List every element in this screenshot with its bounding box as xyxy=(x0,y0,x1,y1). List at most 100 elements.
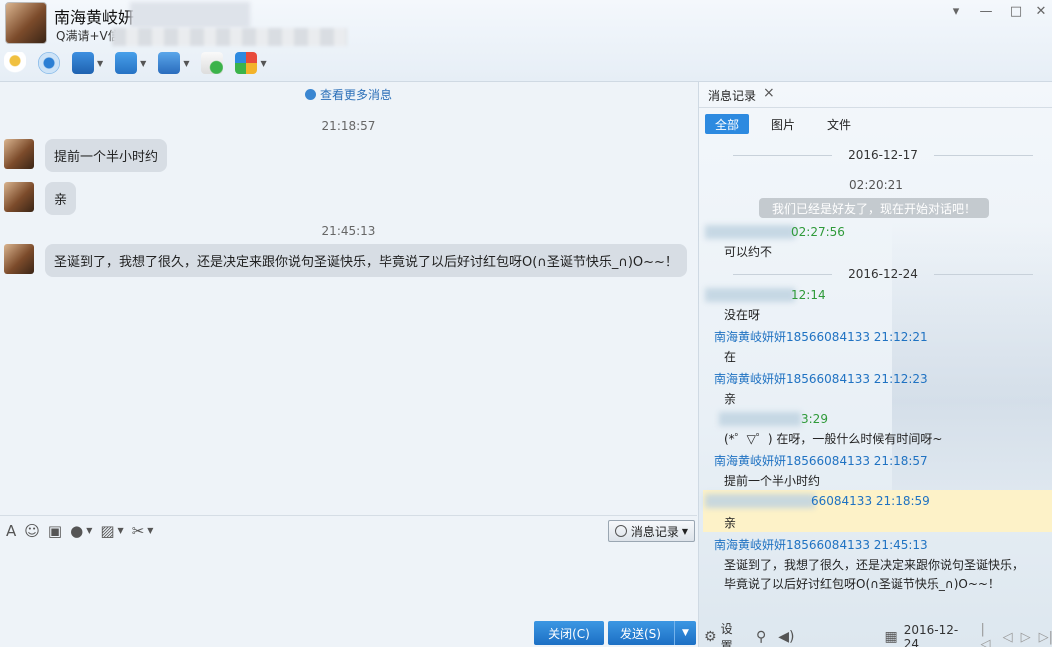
history-message-header: 南海黄岐妍妍18566084133 21:12:21 xyxy=(714,330,928,344)
image-button[interactable]: ▨ ▼ xyxy=(100,522,123,540)
webcam-icon xyxy=(38,52,60,74)
search-icon[interactable]: ⚲ xyxy=(756,629,766,645)
history-filters: 全部 图片 文件 xyxy=(705,114,873,134)
monitor-icon xyxy=(72,52,94,74)
microphone-icon: ● xyxy=(70,521,84,540)
close-button[interactable]: 关闭(C) xyxy=(534,621,604,645)
contact-name[interactable]: 南海黄岐妍 xyxy=(54,4,134,28)
history-message-header: 3:29 xyxy=(801,412,828,426)
apps-button[interactable]: ▼ xyxy=(235,52,267,74)
clock-icon xyxy=(614,525,627,537)
voice-message-button[interactable]: ● ▼ xyxy=(70,522,92,540)
redacted-name xyxy=(130,2,250,28)
gear-icon: ⚙ xyxy=(704,629,717,645)
font-icon: A xyxy=(6,521,17,540)
video-call-button[interactable] xyxy=(38,52,60,74)
date-divider: 2016-12-24 xyxy=(733,267,1033,281)
system-timestamp: 02:20:21 xyxy=(849,178,903,192)
chat-message: 圣诞到了，我想了很久，还是决定来跟你说句圣诞快乐，毕竟说了以后好讨红包呀O(∩圣… xyxy=(4,244,687,277)
file-transfer-button[interactable]: ▼ xyxy=(115,52,146,74)
remote-icon xyxy=(158,52,181,74)
last-page-icon[interactable]: ▷| xyxy=(1039,630,1052,645)
microphone-icon xyxy=(4,52,26,74)
chat-message: 亲 xyxy=(4,182,77,215)
add-chat-icon xyxy=(201,52,224,74)
first-page-icon[interactable]: |◁ xyxy=(980,622,994,647)
history-message-body[interactable]: 圣诞到了，我想了很久，还是决定来跟你说句圣诞快乐，毕竟说了以后好讨红包呀O(∩圣… xyxy=(724,556,1034,594)
chat-message: 提前一个半小时约 xyxy=(4,139,168,172)
font-button[interactable]: A xyxy=(6,522,16,540)
shake-button[interactable]: ▣ xyxy=(48,522,62,540)
redacted-name xyxy=(719,412,801,426)
header-toolbar: ▼ ▼ ▼ ▼ xyxy=(4,49,279,77)
filter-files[interactable]: 文件 xyxy=(817,114,861,134)
group-chat-button[interactable] xyxy=(201,52,224,74)
speaker-icon[interactable]: ◀) xyxy=(778,629,794,645)
contact-signature: Q满请+V信 xyxy=(56,29,120,43)
calendar-icon[interactable]: ▦ xyxy=(884,629,897,645)
redacted-name xyxy=(705,288,795,302)
redacted-name xyxy=(705,494,815,508)
close-tab-icon[interactable]: × xyxy=(763,85,775,101)
history-message-body[interactable]: (*゜▽゜) 在呀，一般什么时候有时间呀~ xyxy=(724,430,1034,449)
history-footer: ⚙ 设置 ⚲ ◀) ▦ 2016-12-24 |◁ ◁ ▷ ▷| xyxy=(699,622,1052,647)
history-message-body[interactable]: 亲 xyxy=(724,390,1034,409)
history-message-body[interactable]: 提前一个半小时约 xyxy=(724,472,1034,491)
message-timestamp: 21:18:57 xyxy=(321,119,376,133)
maximize-icon[interactable]: □ xyxy=(1005,4,1027,19)
chat-message-area[interactable]: 查看更多消息 21:18:57 提前一个半小时约 亲 21:45:13 圣诞到了… xyxy=(0,82,697,515)
history-message-body[interactable]: 可以约不 xyxy=(724,243,1034,262)
history-message-header: 66084133 21:18:59 xyxy=(811,494,930,508)
history-tab-header: 消息记录 × xyxy=(699,82,1052,108)
remote-desktop-button[interactable]: ▼ xyxy=(158,52,189,74)
history-message-body[interactable]: 没在呀 xyxy=(724,306,1034,325)
voice-call-button[interactable] xyxy=(4,52,26,74)
history-message-header: 02:27:56 xyxy=(791,225,845,239)
tab-message-history[interactable]: 消息记录 xyxy=(708,87,756,104)
sender-avatar[interactable] xyxy=(4,244,34,274)
filter-images[interactable]: 图片 xyxy=(761,114,805,134)
folder-icon xyxy=(115,52,138,74)
sender-avatar[interactable] xyxy=(4,139,34,169)
redacted-signature xyxy=(112,28,347,46)
message-bubble[interactable]: 亲 xyxy=(45,182,77,215)
chat-header: 南海黄岐妍 Q满请+V信 ▾ — □ ✕ ▼ ▼ ▼ ▼ xyxy=(0,0,1052,82)
history-date[interactable]: 2016-12-24 xyxy=(904,623,973,647)
shake-icon: ▣ xyxy=(47,521,63,540)
send-options-dropdown[interactable]: ▼ xyxy=(674,621,696,645)
message-timestamp: 21:45:13 xyxy=(321,224,376,238)
prev-page-icon[interactable]: ◁ xyxy=(1003,630,1013,645)
settings-button[interactable]: ⚙ 设置 xyxy=(704,620,744,647)
scissors-icon: ✂ xyxy=(131,521,145,540)
minimize-icon[interactable]: — xyxy=(975,4,997,19)
close-icon[interactable]: ✕ xyxy=(1030,4,1052,19)
message-bubble[interactable]: 圣诞到了，我想了很久，还是决定来跟你说句圣诞快乐，毕竟说了以后好讨红包呀O(∩圣… xyxy=(45,244,687,277)
apps-icon xyxy=(235,52,258,74)
filter-all[interactable]: 全部 xyxy=(705,114,750,134)
view-more-messages-link[interactable]: 查看更多消息 xyxy=(0,86,697,103)
system-message: 我们已经是好友了，现在开始对话吧！ xyxy=(759,198,989,218)
smiley-icon: ☺ xyxy=(24,521,40,540)
emoji-button[interactable]: ☺ xyxy=(24,522,40,540)
message-bubble[interactable]: 提前一个半小时约 xyxy=(45,139,168,172)
message-history-panel: 消息记录 × 全部 图片 文件 2016-12-17 02:20:21 我们已经… xyxy=(698,82,1052,647)
message-history-button[interactable]: 消息记录 ▼ xyxy=(607,520,695,542)
dropdown-icon[interactable]: ▾ xyxy=(945,4,967,19)
date-divider: 2016-12-17 xyxy=(733,148,1033,162)
next-page-icon[interactable]: ▷ xyxy=(1021,630,1031,645)
image-icon: ▨ xyxy=(100,521,115,540)
input-toolbar: A ☺ ▣ ● ▼ ▨ ▼ ✂ ▼ 消息记录 ▼ xyxy=(0,515,697,545)
clock-icon xyxy=(304,89,316,100)
history-message-header: 南海黄岐妍妍18566084133 21:18:57 xyxy=(714,454,928,468)
contact-avatar[interactable] xyxy=(5,2,47,44)
history-message-header: 南海黄岐妍妍18566084133 21:45:13 xyxy=(714,538,928,552)
screenshot-button[interactable]: ✂ ▼ xyxy=(132,522,154,540)
history-message-header: 12:14 xyxy=(791,288,826,302)
history-message-body[interactable]: 亲 xyxy=(724,514,1034,533)
screen-share-button[interactable]: ▼ xyxy=(72,52,103,74)
redacted-name xyxy=(705,225,795,239)
history-message-header: 南海黄岐妍妍18566084133 21:12:23 xyxy=(714,372,928,386)
send-button[interactable]: 发送(S) ▼ xyxy=(608,621,696,645)
history-message-body[interactable]: 在 xyxy=(724,348,1034,367)
sender-avatar[interactable] xyxy=(4,182,34,212)
